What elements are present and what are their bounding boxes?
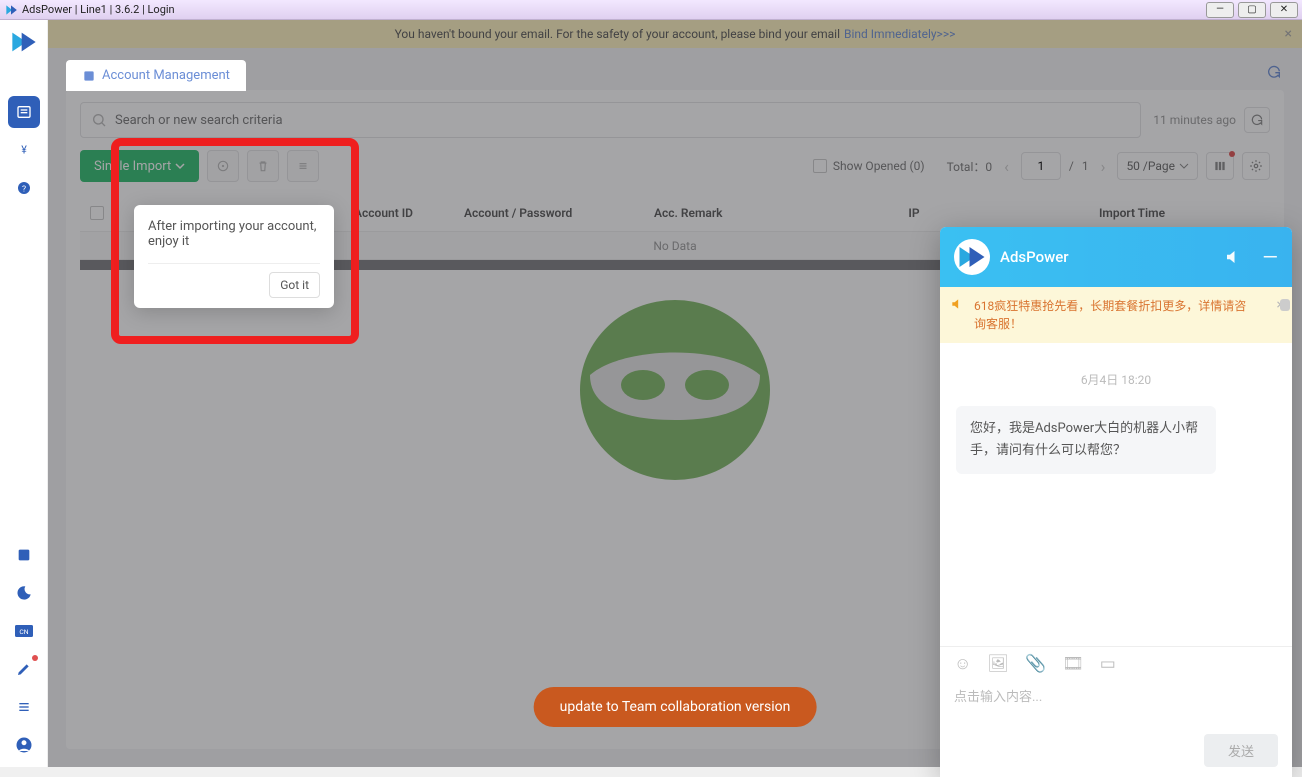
chat-sound-icon[interactable] xyxy=(1224,248,1242,266)
nav-help[interactable]: ? xyxy=(8,172,40,204)
nav-notes-icon[interactable] xyxy=(8,539,40,571)
svg-text:CN: CN xyxy=(19,628,28,636)
breadcrumb-icon xyxy=(82,69,96,83)
chat-minimize-icon[interactable]: — xyxy=(1262,247,1278,267)
chat-emoji-icon[interactable]: ☺ xyxy=(954,654,971,674)
window-maximize[interactable]: ▢ xyxy=(1238,2,1266,18)
window-titlebar: AdsPower | Line1 | 3.6.2 | Login — ▢ ✕ xyxy=(0,0,1302,20)
chat-body: 6月4日 18:20 您好，我是AdsPower大白的机器人小帮手，请问有什么可… xyxy=(940,343,1292,646)
chat-send-button[interactable]: 发送 xyxy=(1204,734,1278,767)
chat-video-icon[interactable]: 🎞 xyxy=(1062,654,1084,674)
popover-text: After importing your account, enjoy it xyxy=(148,219,320,249)
nav-theme-icon[interactable] xyxy=(8,577,40,609)
svg-text:?: ? xyxy=(21,184,25,194)
chat-title: AdsPower xyxy=(1000,248,1204,266)
speaker-icon xyxy=(950,297,964,311)
breadcrumb: Account Management xyxy=(66,60,246,91)
chat-logo xyxy=(954,239,990,275)
chat-notice: 618疯狂特惠抢先看，长期套餐折扣更多，详情请咨询客服！ × xyxy=(940,287,1292,343)
chat-notice-text: 618疯狂特惠抢先看，长期套餐折扣更多，详情请咨询客服！ xyxy=(974,299,1246,331)
brand-logo xyxy=(10,28,38,56)
chat-scrollbar[interactable] xyxy=(1280,299,1290,311)
chat-header: AdsPower — xyxy=(940,227,1292,287)
chat-screen-icon[interactable]: ▭ xyxy=(1100,654,1116,674)
nav-profile-icon[interactable] xyxy=(8,729,40,761)
window-close[interactable]: ✕ xyxy=(1270,2,1298,18)
nav-billing[interactable]: ¥ xyxy=(8,134,40,166)
chat-input[interactable] xyxy=(954,686,1278,730)
nav-edit-icon[interactable] xyxy=(8,653,40,685)
popover-gotit-button[interactable]: Got it xyxy=(269,272,320,298)
upgrade-cta[interactable]: update to Team collaboration version xyxy=(534,687,817,727)
nav-accounts[interactable] xyxy=(8,96,40,128)
chat-bot-message: 您好，我是AdsPower大白的机器人小帮手，请问有什么可以帮您？ xyxy=(956,406,1216,474)
breadcrumb-label: Account Management xyxy=(102,68,230,83)
nav-list-icon[interactable] xyxy=(8,691,40,723)
chat-image-icon[interactable]: 🖼 xyxy=(987,654,1009,674)
nav-lang-icon[interactable]: CN xyxy=(8,615,40,647)
chat-timestamp: 6月4日 18:20 xyxy=(956,371,1276,388)
chat-widget: AdsPower — 618疯狂特惠抢先看，长期套餐折扣更多，详情请咨询客服！ … xyxy=(940,227,1292,777)
window-minimize[interactable]: — xyxy=(1206,2,1234,18)
left-nav-rail: ¥ ? CN xyxy=(0,20,48,767)
onboarding-popover: After importing your account, enjoy it G… xyxy=(134,205,334,308)
svg-text:¥: ¥ xyxy=(21,143,27,156)
chat-toolbar: ☺ 🖼 📎 🎞 ▭ xyxy=(940,646,1292,680)
window-title: AdsPower | Line1 | 3.6.2 | Login xyxy=(22,3,175,16)
chat-attach-icon[interactable]: 📎 xyxy=(1025,654,1046,674)
app-icon xyxy=(4,3,18,17)
